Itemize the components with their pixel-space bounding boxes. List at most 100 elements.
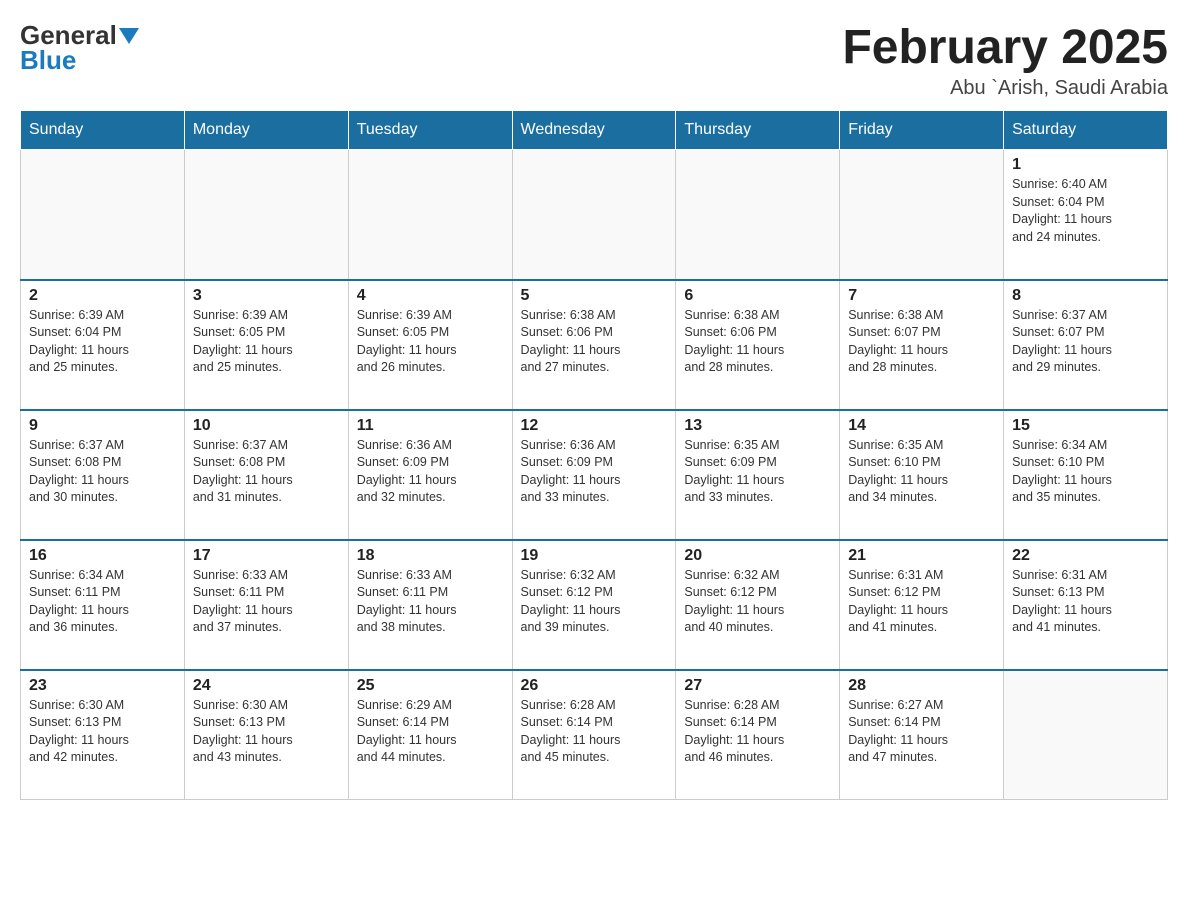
day-number: 20: [684, 547, 831, 565]
day-info: Sunrise: 6:35 AMSunset: 6:10 PMDaylight:…: [848, 437, 995, 507]
calendar-cell: [184, 150, 348, 280]
day-info: Sunrise: 6:37 AMSunset: 6:07 PMDaylight:…: [1012, 307, 1159, 377]
day-number: 7: [848, 287, 995, 305]
day-number: 15: [1012, 417, 1159, 435]
calendar-cell: [21, 150, 185, 280]
calendar-cell: 19 Sunrise: 6:32 AMSunset: 6:12 PMDayligh…: [512, 540, 676, 670]
calendar-table: SundayMondayTuesdayWednesdayThursdayFrid…: [20, 110, 1168, 800]
day-number: 1: [1012, 156, 1159, 174]
calendar-cell: [512, 150, 676, 280]
day-info: Sunrise: 6:39 AMSunset: 6:05 PMDaylight:…: [357, 307, 504, 377]
day-info: Sunrise: 6:30 AMSunset: 6:13 PMDaylight:…: [29, 697, 176, 767]
day-info: Sunrise: 6:32 AMSunset: 6:12 PMDaylight:…: [521, 567, 668, 637]
calendar-cell: 7 Sunrise: 6:38 AMSunset: 6:07 PMDaylight…: [840, 280, 1004, 410]
day-info: Sunrise: 6:39 AMSunset: 6:05 PMDaylight:…: [193, 307, 340, 377]
calendar-cell: 13 Sunrise: 6:35 AMSunset: 6:09 PMDayligh…: [676, 410, 840, 540]
weekday-header-wednesday: Wednesday: [512, 111, 676, 150]
day-number: 3: [193, 287, 340, 305]
weekday-header-friday: Friday: [840, 111, 1004, 150]
day-info: Sunrise: 6:31 AMSunset: 6:12 PMDaylight:…: [848, 567, 995, 637]
calendar-week-row: 9Sunrise: 6:37 AMSunset: 6:08 PMDaylight…: [21, 410, 1168, 540]
calendar-cell: [840, 150, 1004, 280]
day-info: Sunrise: 6:36 AMSunset: 6:09 PMDaylight:…: [357, 437, 504, 507]
day-info: Sunrise: 6:38 AMSunset: 6:06 PMDaylight:…: [684, 307, 831, 377]
day-number: 10: [193, 417, 340, 435]
day-number: 11: [357, 417, 504, 435]
calendar-week-row: 16 Sunrise: 6:34 AMSunset: 6:11 PMDayligh…: [21, 540, 1168, 670]
month-title: February 2025: [842, 20, 1168, 75]
day-number: 2: [29, 287, 176, 305]
day-number: 13: [684, 417, 831, 435]
logo-triangle-icon: [119, 28, 139, 44]
calendar-cell: 22 Sunrise: 6:31 AMSunset: 6:13 PMDayligh…: [1004, 540, 1168, 670]
calendar-cell: 20 Sunrise: 6:32 AMSunset: 6:12 PMDayligh…: [676, 540, 840, 670]
day-info: Sunrise: 6:37 AMSunset: 6:08 PMDaylight:…: [29, 437, 176, 507]
calendar-cell: 18 Sunrise: 6:33 AMSunset: 6:11 PMDayligh…: [348, 540, 512, 670]
calendar-week-row: 1 Sunrise: 6:40 AMSunset: 6:04 PMDaylight…: [21, 150, 1168, 280]
day-number: 18: [357, 547, 504, 565]
calendar-cell: 14 Sunrise: 6:35 AMSunset: 6:10 PMDayligh…: [840, 410, 1004, 540]
day-number: 14: [848, 417, 995, 435]
day-info: Sunrise: 6:39 AMSunset: 6:04 PMDaylight:…: [29, 307, 176, 377]
calendar-cell: 2 Sunrise: 6:39 AMSunset: 6:04 PMDaylight…: [21, 280, 185, 410]
calendar-cell: 11 Sunrise: 6:36 AMSunset: 6:09 PMDayligh…: [348, 410, 512, 540]
day-number: 5: [521, 287, 668, 305]
calendar-cell: 9Sunrise: 6:37 AMSunset: 6:08 PMDaylight…: [21, 410, 185, 540]
calendar-cell: 6 Sunrise: 6:38 AMSunset: 6:06 PMDaylight…: [676, 280, 840, 410]
day-number: 23: [29, 677, 176, 695]
calendar-cell: 4Sunrise: 6:39 AMSunset: 6:05 PMDaylight…: [348, 280, 512, 410]
calendar-cell: 12 Sunrise: 6:36 AMSunset: 6:09 PMDayligh…: [512, 410, 676, 540]
day-info: Sunrise: 6:31 AMSunset: 6:13 PMDaylight:…: [1012, 567, 1159, 637]
day-info: Sunrise: 6:33 AMSunset: 6:11 PMDaylight:…: [193, 567, 340, 637]
day-info: Sunrise: 6:35 AMSunset: 6:09 PMDaylight:…: [684, 437, 831, 507]
day-info: Sunrise: 6:33 AMSunset: 6:11 PMDaylight:…: [357, 567, 504, 637]
day-number: 16: [29, 547, 176, 565]
day-info: Sunrise: 6:32 AMSunset: 6:12 PMDaylight:…: [684, 567, 831, 637]
day-info: Sunrise: 6:38 AMSunset: 6:06 PMDaylight:…: [521, 307, 668, 377]
calendar-cell: 17Sunrise: 6:33 AMSunset: 6:11 PMDayligh…: [184, 540, 348, 670]
weekday-header-tuesday: Tuesday: [348, 111, 512, 150]
day-info: Sunrise: 6:36 AMSunset: 6:09 PMDaylight:…: [521, 437, 668, 507]
day-number: 26: [521, 677, 668, 695]
calendar-cell: 15 Sunrise: 6:34 AMSunset: 6:10 PMDayligh…: [1004, 410, 1168, 540]
day-info: Sunrise: 6:38 AMSunset: 6:07 PMDaylight:…: [848, 307, 995, 377]
weekday-header-saturday: Saturday: [1004, 111, 1168, 150]
day-number: 27: [684, 677, 831, 695]
calendar-cell: 26Sunrise: 6:28 AMSunset: 6:14 PMDayligh…: [512, 670, 676, 800]
day-number: 22: [1012, 547, 1159, 565]
day-number: 21: [848, 547, 995, 565]
title-block: February 2025 Abu `Arish, Saudi Arabia: [842, 20, 1168, 100]
calendar-cell: 3 Sunrise: 6:39 AMSunset: 6:05 PMDaylight…: [184, 280, 348, 410]
day-number: 19: [521, 547, 668, 565]
weekday-header-sunday: Sunday: [21, 111, 185, 150]
calendar-cell: 23 Sunrise: 6:30 AMSunset: 6:13 PMDayligh…: [21, 670, 185, 800]
day-info: Sunrise: 6:37 AMSunset: 6:08 PMDaylight:…: [193, 437, 340, 507]
weekday-header-thursday: Thursday: [676, 111, 840, 150]
weekday-header-monday: Monday: [184, 111, 348, 150]
calendar-week-row: 2 Sunrise: 6:39 AMSunset: 6:04 PMDaylight…: [21, 280, 1168, 410]
calendar-cell: 25Sunrise: 6:29 AMSunset: 6:14 PMDayligh…: [348, 670, 512, 800]
day-number: 24: [193, 677, 340, 695]
calendar-cell: 28 Sunrise: 6:27 AMSunset: 6:14 PMDayligh…: [840, 670, 1004, 800]
day-info: Sunrise: 6:27 AMSunset: 6:14 PMDaylight:…: [848, 697, 995, 767]
day-info: Sunrise: 6:40 AMSunset: 6:04 PMDaylight:…: [1012, 176, 1159, 246]
calendar-cell: [348, 150, 512, 280]
calendar-cell: 27 Sunrise: 6:28 AMSunset: 6:14 PMDayligh…: [676, 670, 840, 800]
day-info: Sunrise: 6:34 AMSunset: 6:11 PMDaylight:…: [29, 567, 176, 637]
logo: General Blue: [20, 20, 139, 76]
calendar-cell: 16 Sunrise: 6:34 AMSunset: 6:11 PMDayligh…: [21, 540, 185, 670]
day-info: Sunrise: 6:28 AMSunset: 6:14 PMDaylight:…: [684, 697, 831, 767]
day-number: 28: [848, 677, 995, 695]
calendar-week-row: 23 Sunrise: 6:30 AMSunset: 6:13 PMDayligh…: [21, 670, 1168, 800]
calendar-cell: 8 Sunrise: 6:37 AMSunset: 6:07 PMDaylight…: [1004, 280, 1168, 410]
calendar-cell: [676, 150, 840, 280]
day-number: 12: [521, 417, 668, 435]
logo-blue-text: Blue: [20, 45, 76, 76]
day-number: 6: [684, 287, 831, 305]
calendar-cell: 10 Sunrise: 6:37 AMSunset: 6:08 PMDayligh…: [184, 410, 348, 540]
location-subtitle: Abu `Arish, Saudi Arabia: [842, 77, 1168, 100]
day-info: Sunrise: 6:34 AMSunset: 6:10 PMDaylight:…: [1012, 437, 1159, 507]
day-number: 8: [1012, 287, 1159, 305]
day-info: Sunrise: 6:30 AMSunset: 6:13 PMDaylight:…: [193, 697, 340, 767]
day-info: Sunrise: 6:29 AMSunset: 6:14 PMDaylight:…: [357, 697, 504, 767]
